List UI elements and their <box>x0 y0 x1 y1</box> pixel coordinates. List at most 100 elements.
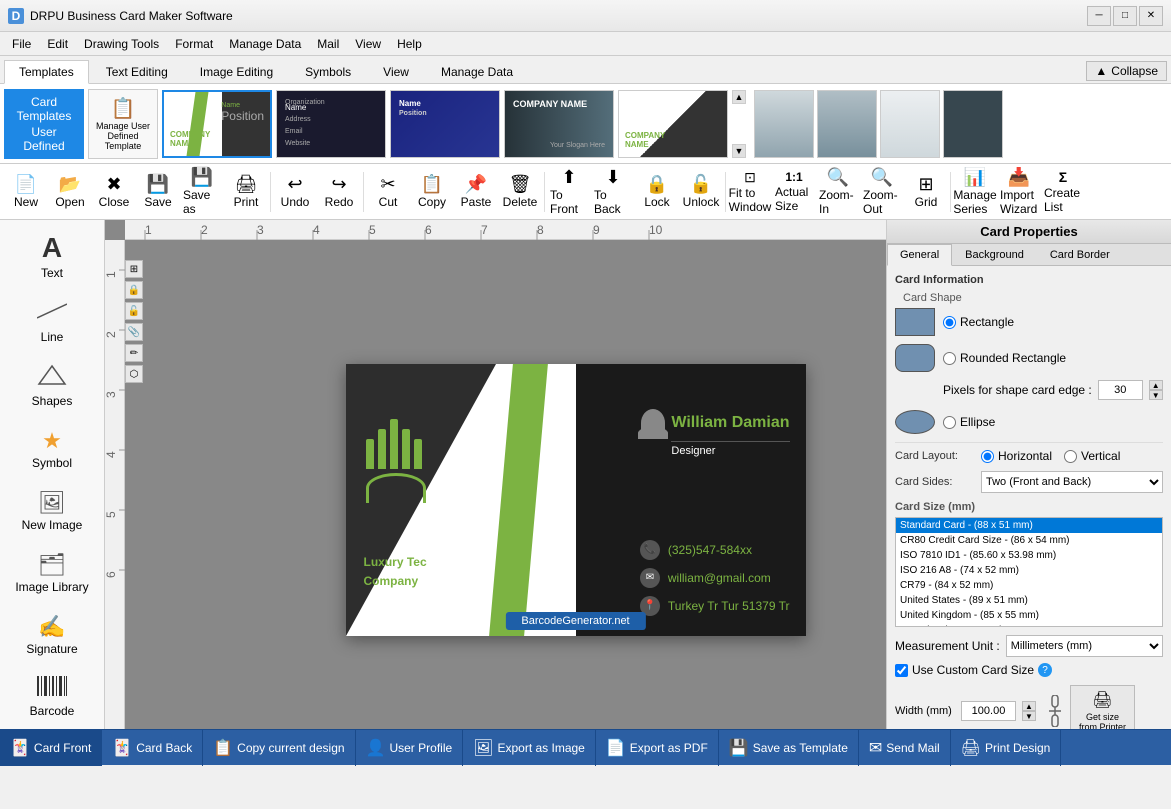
sidebar-tool-newimage[interactable]: 🖼 New Image <box>4 483 100 539</box>
size-item-iso7810[interactable]: ISO 7810 ID1 - (85.60 x 53.98 mm) <box>896 548 1162 563</box>
menu-view[interactable]: View <box>347 35 389 53</box>
tab-view[interactable]: View <box>368 60 424 83</box>
undo-button[interactable]: ↩Undo <box>273 166 317 218</box>
manageseries-button[interactable]: 📊Manage Series <box>953 166 997 218</box>
cut-button[interactable]: ✂Cut <box>366 166 410 218</box>
collapse-button[interactable]: ▲ Collapse <box>1086 61 1167 81</box>
menu-edit[interactable]: Edit <box>39 35 76 53</box>
vertical-label[interactable]: Vertical <box>1064 449 1120 463</box>
rounded-radio[interactable] <box>943 352 956 365</box>
canvas-icon-1[interactable]: ⊞ <box>125 260 143 278</box>
close-tool-button[interactable]: ✖Close <box>92 166 136 218</box>
grid-button[interactable]: ⊞Grid <box>904 166 948 218</box>
extra-thumb-3[interactable] <box>880 90 940 158</box>
userprofile-button[interactable]: 👤 User Profile <box>356 730 464 766</box>
sidebar-tool-shapes[interactable]: Shapes <box>4 357 100 415</box>
canvas-icon-2[interactable]: 🔒 <box>125 281 143 299</box>
size-item-uk[interactable]: United Kingdom - (85 x 55 mm) <box>896 608 1162 623</box>
template-thumb-3[interactable]: NamePosition <box>390 90 500 158</box>
copy-button[interactable]: 📋Copy <box>410 166 454 218</box>
template-thumb-1[interactable]: COMPANYNAME NamePosition <box>162 90 272 158</box>
rectangle-radio-label[interactable]: Rectangle <box>943 315 1014 329</box>
sendmail-button[interactable]: ✉ Send Mail <box>859 730 951 766</box>
saveas-button[interactable]: 💾Save as <box>180 166 224 218</box>
custom-size-checkbox[interactable] <box>895 664 908 677</box>
tab-text-editing[interactable]: Text Editing <box>91 60 183 83</box>
template-scroll-up[interactable]: ▲ <box>732 90 746 104</box>
extra-thumb-4[interactable] <box>943 90 1003 158</box>
menu-mail[interactable]: Mail <box>309 35 347 53</box>
menu-format[interactable]: Format <box>167 35 221 53</box>
actualsize-button[interactable]: 1:1Actual Size <box>772 166 816 218</box>
menu-manage-data[interactable]: Manage Data <box>221 35 309 53</box>
saveastemplate-button[interactable]: 💾 Save as Template <box>719 730 859 766</box>
horizontal-label[interactable]: Horizontal <box>981 449 1052 463</box>
size-item-cr80[interactable]: CR80 Credit Card Size - (86 x 54 mm) <box>896 533 1162 548</box>
sidebar-tool-signature[interactable]: ✍ Signature <box>4 607 100 663</box>
menu-file[interactable]: File <box>4 35 39 53</box>
close-button[interactable]: ✕ <box>1139 6 1163 26</box>
carfront-button[interactable]: 🃏 Card Front <box>0 730 102 766</box>
maximize-button[interactable]: □ <box>1113 6 1137 26</box>
card-templates-button[interactable]: Card Templates User Defined <box>4 89 84 159</box>
template-thumb-4[interactable]: COMPANY NAME Your Slogan Here <box>504 90 614 158</box>
card-size-list[interactable]: Standard Card - (88 x 51 mm) CR80 Credit… <box>895 517 1163 627</box>
ellipse-radio[interactable] <box>943 416 956 429</box>
width-input[interactable] <box>961 701 1016 721</box>
template-thumb-5[interactable]: COMPANYNAME <box>618 90 728 158</box>
info-icon[interactable]: ? <box>1038 663 1052 677</box>
importwizard-button[interactable]: 📥Import Wizard <box>997 166 1041 218</box>
fittowindow-button[interactable]: ⊡Fit to Window <box>728 166 772 218</box>
cardback-button[interactable]: 🃏 Card Back <box>102 730 203 766</box>
tab-symbols[interactable]: Symbols <box>290 60 366 83</box>
vertical-radio[interactable] <box>1064 450 1077 463</box>
template-thumb-2[interactable]: Organization NameAddressEmailWebsite <box>276 90 386 158</box>
template-scroll-down[interactable]: ▼ <box>732 144 746 158</box>
new-button[interactable]: 📄New <box>4 166 48 218</box>
createlist-button[interactable]: ΣCreate List <box>1041 166 1085 218</box>
size-item-us[interactable]: United States - (89 x 51 mm) <box>896 593 1162 608</box>
exportimage-button[interactable]: 🖼 Export as Image <box>463 730 596 766</box>
panel-tab-general[interactable]: General <box>887 244 952 266</box>
toback-button[interactable]: ⬇To Back <box>591 166 635 218</box>
rectangle-radio[interactable] <box>943 316 956 329</box>
get-size-button[interactable]: 🖨 Get sizefrom Printer <box>1070 685 1135 729</box>
ellipse-radio-label[interactable]: Ellipse <box>943 415 995 429</box>
redo-button[interactable]: ↪Redo <box>317 166 361 218</box>
pixels-down[interactable]: ▼ <box>1149 390 1163 400</box>
menu-drawing-tools[interactable]: Drawing Tools <box>76 35 167 53</box>
canvas-area[interactable]: 1 2 3 4 5 6 7 8 9 10 <box>105 220 886 729</box>
lock-button[interactable]: 🔒Lock <box>635 166 679 218</box>
printdesign-button[interactable]: 🖨 Print Design <box>951 730 1062 766</box>
canvas-icon-6[interactable]: ⬡ <box>125 365 143 383</box>
exportpdf-button[interactable]: 📄 Export as PDF <box>596 730 719 766</box>
tab-manage-data[interactable]: Manage Data <box>426 60 528 83</box>
link-size-icon[interactable] <box>1046 695 1064 727</box>
canvas-icon-3[interactable]: 🔓 <box>125 302 143 320</box>
sidebar-tool-text[interactable]: A Text <box>4 225 100 287</box>
pixels-input[interactable] <box>1098 380 1143 400</box>
manage-user-defined-button[interactable]: 📋 Manage User Defined Template <box>88 89 158 159</box>
canvas-icon-5[interactable]: ✏ <box>125 344 143 362</box>
zoomin-button[interactable]: 🔍Zoom-In <box>816 166 860 218</box>
paste-button[interactable]: 📌Paste <box>454 166 498 218</box>
business-card[interactable]: Luxury Tec Company William Damian Design… <box>346 364 806 636</box>
card-sides-select[interactable]: Two (Front and Back) One (Front Only) <box>981 471 1163 493</box>
minimize-button[interactable]: ─ <box>1087 6 1111 26</box>
horizontal-radio[interactable] <box>981 450 994 463</box>
sidebar-tool-line[interactable]: Line <box>4 293 100 351</box>
width-down[interactable]: ▼ <box>1022 711 1036 721</box>
rounded-radio-label[interactable]: Rounded Rectangle <box>943 351 1066 365</box>
size-item-canada[interactable]: Canada - (89 x 51 mm) <box>896 623 1162 627</box>
canvas-icon-4[interactable]: 📎 <box>125 323 143 341</box>
tab-image-editing[interactable]: Image Editing <box>185 60 288 83</box>
sidebar-tool-symbol[interactable]: ★ Symbol <box>4 421 100 477</box>
zoomout-button[interactable]: 🔍Zoom-Out <box>860 166 904 218</box>
sidebar-tool-barcode[interactable]: Barcode <box>4 669 100 725</box>
delete-button[interactable]: 🗑Delete <box>498 166 542 218</box>
unlock-button[interactable]: 🔓Unlock <box>679 166 723 218</box>
open-button[interactable]: 📂Open <box>48 166 92 218</box>
sidebar-tool-imagelibrary[interactable]: 🗂 Image Library <box>4 545 100 601</box>
menu-help[interactable]: Help <box>389 35 430 53</box>
panel-tab-background[interactable]: Background <box>952 244 1037 265</box>
